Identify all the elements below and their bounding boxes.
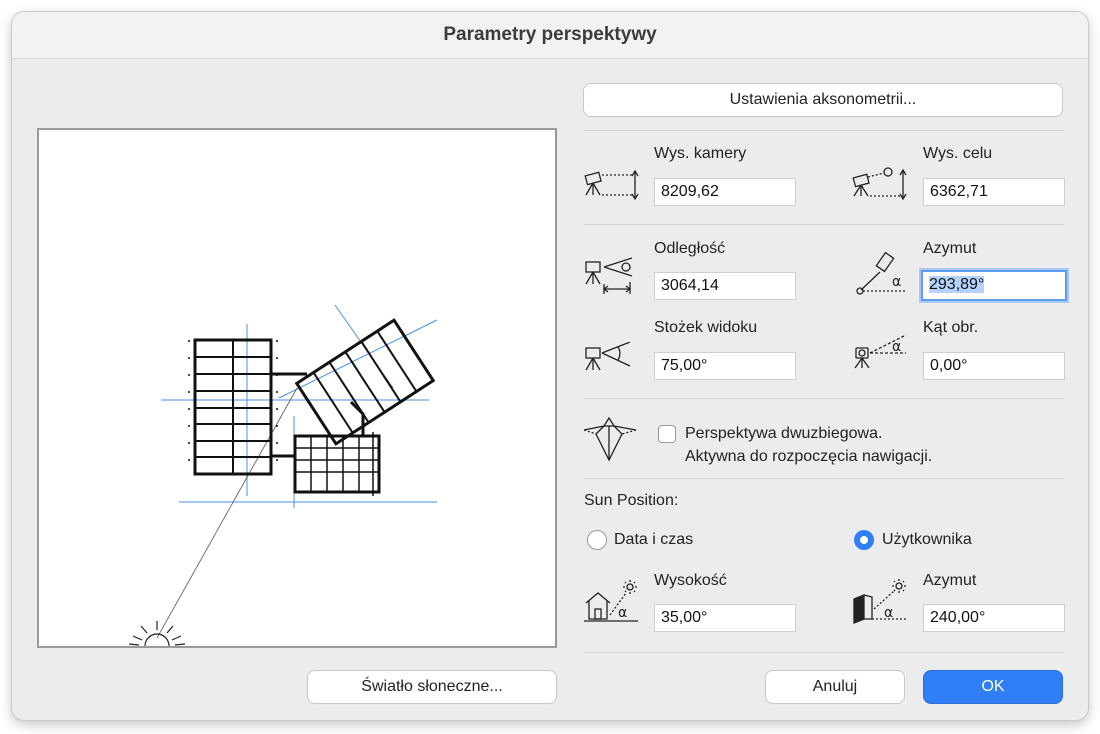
sun-altitude-field[interactable]: 35,00° <box>654 604 796 632</box>
separator <box>584 130 1064 131</box>
svg-text:α: α <box>618 605 627 621</box>
camera-height-field[interactable]: 8209,62 <box>654 178 796 206</box>
azimuth-icon: α <box>856 251 906 295</box>
separator <box>584 398 1064 399</box>
two-point-perspective-checkbox[interactable] <box>658 425 676 443</box>
azimuth-value: 293,89° <box>929 276 985 293</box>
separator <box>584 224 1064 225</box>
camera-height-icon <box>584 169 639 201</box>
view-cone-label: Stożek widoku <box>654 319 758 336</box>
sun-date-time-radio[interactable] <box>587 530 607 550</box>
sun-position-heading: Sun Position: <box>584 492 679 509</box>
svg-text:α: α <box>892 339 901 355</box>
two-point-perspective-icon <box>583 416 637 462</box>
sunlight-button[interactable]: Światło słoneczne... <box>308 671 556 703</box>
sun-azimuth-icon: α <box>853 579 908 624</box>
sun-date-time-label[interactable]: Data i czas <box>614 531 693 549</box>
separator <box>584 478 1064 479</box>
separator <box>584 652 1064 653</box>
azimuth-label: Azymut <box>923 240 977 257</box>
sun-user-radio[interactable] <box>854 530 874 550</box>
distance-icon <box>585 257 633 294</box>
view-cone-icon <box>585 342 631 371</box>
perspective-settings-dialog: Parametry perspektywy Światło słoneczne.… <box>12 12 1088 720</box>
plan-preview[interactable] <box>37 128 557 648</box>
view-cone-field[interactable]: 75,00° <box>654 352 796 380</box>
sun-altitude-label: Wysokość <box>654 572 727 589</box>
sun-azimuth-label: Azymut <box>923 572 977 589</box>
cancel-button[interactable]: Anuluj <box>766 671 904 703</box>
sun-altitude-icon: α <box>584 580 638 622</box>
distance-field[interactable]: 3064,14 <box>654 272 796 300</box>
target-height-label: Wys. celu <box>923 145 993 162</box>
camera-height-label: Wys. kamery <box>654 145 747 162</box>
sun-azimuth-field[interactable]: 240,00° <box>923 604 1065 632</box>
roll-angle-label: Kąt obr. <box>923 319 979 336</box>
window-title: Parametry perspektywy <box>12 12 1088 59</box>
ok-button[interactable]: OK <box>924 671 1062 703</box>
axonometry-settings-button[interactable]: Ustawienia aksonometrii... <box>584 84 1062 116</box>
two-point-perspective-label[interactable]: Perspektywa dwuzbiegowa. <box>685 425 882 443</box>
roll-angle-icon: α <box>854 334 907 369</box>
svg-text:α: α <box>884 605 893 621</box>
target-height-field[interactable]: 6362,71 <box>923 178 1065 206</box>
distance-label: Odległość <box>654 240 726 257</box>
azimuth-field[interactable]: 293,89° <box>921 270 1067 301</box>
two-point-perspective-note: Aktywna do rozpoczęcia nawigacji. <box>685 448 933 465</box>
target-height-icon <box>852 167 907 201</box>
sun-user-label[interactable]: Użytkownika <box>882 531 972 549</box>
plan-drawing[interactable] <box>39 130 555 647</box>
svg-text:α: α <box>892 274 901 290</box>
roll-angle-field[interactable]: 0,00° <box>923 352 1065 380</box>
sun-icon <box>128 621 186 647</box>
